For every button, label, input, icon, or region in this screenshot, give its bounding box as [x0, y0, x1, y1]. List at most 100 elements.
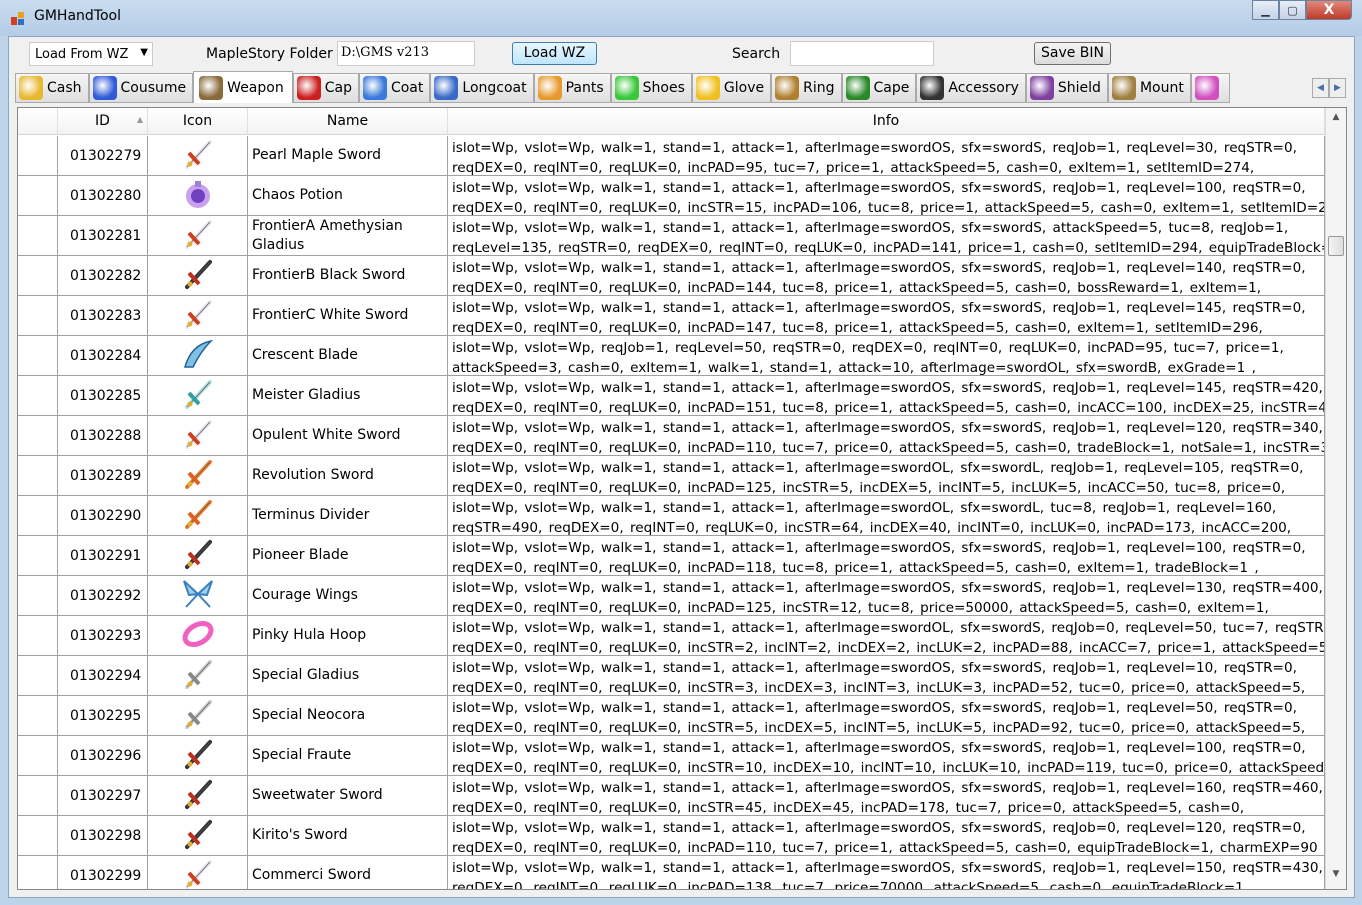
tab-longcoat[interactable]: Longcoat [430, 73, 534, 103]
table-row[interactable]: 01302291 Pioneer Blade islot=Wp, vslot=Wp,… [18, 536, 1325, 576]
close-button[interactable]: X [1306, 0, 1352, 20]
table-row[interactable]: 01302297 Sweetwater Sword islot=Wp, vslot=… [18, 776, 1325, 816]
info-line: islot=Wp, vslot=Wp, walk=1, stand=1, att… [452, 780, 1323, 796]
tab-pants[interactable]: Pants [533, 73, 611, 103]
source-select[interactable]: Load From WZ ▼ [29, 42, 153, 66]
tab-glove[interactable]: Glove [691, 73, 772, 103]
table-row[interactable]: 01302282 FrontierB Black Sword islot=Wp, v… [18, 256, 1325, 296]
table-row[interactable]: 01302289 Revolution Sword islot=Wp, vslot=… [18, 456, 1325, 496]
row-header[interactable] [18, 696, 58, 735]
row-header[interactable] [18, 416, 58, 455]
column-header-name[interactable]: Name [248, 108, 448, 134]
info-line: islot=Wp, vslot=Wp, walk=1, stand=1, att… [452, 380, 1323, 396]
row-header[interactable] [18, 136, 58, 175]
tab-shield[interactable]: Shield [1025, 73, 1108, 103]
table-row[interactable]: 01302294 Special Gladius islot=Wp, vslot=W… [18, 656, 1325, 696]
save-bin-button[interactable]: Save BIN [1034, 42, 1111, 65]
row-header[interactable] [18, 536, 58, 575]
info-line: islot=Wp, vslot=Wp, walk=1, stand=1, att… [452, 580, 1323, 596]
table-row[interactable]: 01302284 Crescent Blade islot=Wp, vslot=Wp… [18, 336, 1325, 376]
tab-mount[interactable]: Mount [1107, 73, 1191, 103]
table-row[interactable]: 01302283 FrontierC White Sword islot=Wp, v… [18, 296, 1325, 336]
search-input[interactable] [790, 41, 934, 66]
table-row[interactable]: 01302281 FrontierA Amethysian Gladius islo… [18, 216, 1325, 256]
row-header[interactable] [18, 616, 58, 655]
table-row[interactable]: 01302299 Commerci Sword islot=Wp, vslot=Wp… [18, 856, 1325, 890]
table-row[interactable]: 01302288 Opulent White Sword islot=Wp, vsl… [18, 416, 1325, 456]
load-wz-button[interactable]: Load WZ [512, 42, 597, 65]
row-header[interactable] [18, 256, 58, 295]
row-header[interactable] [18, 856, 58, 889]
scroll-up-icon[interactable]: ▲ [1328, 112, 1344, 128]
folder-input[interactable]: D:\GMS v213 [337, 41, 475, 66]
row-header[interactable] [18, 216, 58, 255]
item-icon-cell [148, 736, 248, 775]
table-row[interactable]: 01302285 Meister Gladius islot=Wp, vslot=W… [18, 376, 1325, 416]
row-header[interactable] [18, 736, 58, 775]
ring-icon [775, 76, 800, 100]
item-id: 01302299 [58, 856, 148, 889]
info-line: islot=Wp, vslot=Wp, walk=1, stand=1, att… [452, 820, 1306, 836]
grid-header: ID ▲ Icon Name Info [18, 108, 1325, 135]
maximize-button[interactable]: ▢ [1279, 0, 1306, 20]
row-header[interactable] [18, 376, 58, 415]
row-header[interactable] [18, 456, 58, 495]
tab-shoes[interactable]: Shoes [610, 73, 692, 103]
tab-label: Weapon [227, 79, 284, 96]
tab-more[interactable] [1190, 73, 1230, 103]
table-row[interactable]: 01302296 Special Fraute islot=Wp, vslot=Wp… [18, 736, 1325, 776]
item-id: 01302285 [58, 376, 148, 415]
item-icon-cell [148, 696, 248, 735]
tab-weapon[interactable]: Weapon [193, 71, 293, 103]
row-header[interactable] [18, 656, 58, 695]
vertical-scrollbar[interactable]: ▲ ▼ [1325, 108, 1346, 889]
info-line: islot=Wp, vslot=Wp, walk=1, stand=1, att… [452, 700, 1297, 716]
scroll-down-icon[interactable]: ▼ [1328, 869, 1344, 885]
item-icon-cell [148, 776, 248, 815]
info-line: reqSTR=490, reqDEX=0, reqINT=0, reqLUK=0… [452, 520, 1292, 535]
sword-icon [181, 297, 215, 335]
row-header[interactable] [18, 576, 58, 615]
scroll-thumb[interactable] [1328, 236, 1344, 256]
table-row[interactable]: 01302295 Special Neocora islot=Wp, vslot=W… [18, 696, 1325, 736]
main-window: Load From WZ ▼ MapleStory Folder D:\GMS v… [8, 36, 1355, 898]
table-row[interactable]: 01302279 Pearl Maple Sword islot=Wp, vslot… [18, 136, 1325, 176]
table-row[interactable]: 01302293 Pinky Hula Hoop islot=Wp, vslot=W… [18, 616, 1325, 656]
tab-label: Cash [47, 80, 82, 96]
folder-label: MapleStory Folder [206, 46, 333, 62]
table-row[interactable]: 01302298 Kirito's Sword islot=Wp, vslot=Wp… [18, 816, 1325, 856]
column-header-info[interactable]: Info [448, 108, 1325, 134]
sword-dark-icon [181, 737, 215, 775]
tab-cash[interactable]: Cash [15, 73, 89, 103]
item-name: Sweetwater Sword [248, 776, 448, 815]
tab-cap[interactable]: Cap [292, 73, 359, 103]
row-header[interactable] [18, 496, 58, 535]
hula-hoop-icon [181, 617, 215, 655]
grid-rows: 01302279 Pearl Maple Sword islot=Wp, vslot… [18, 136, 1325, 890]
item-id: 01302279 [58, 136, 148, 175]
tab-ring[interactable]: Ring [771, 73, 842, 103]
tab-scroll-left-button[interactable]: ◀ [1312, 78, 1329, 98]
info-line: reqDEX=0, reqINT=0, reqLUK=0, incPAD=95,… [452, 160, 1255, 175]
item-info: islot=Wp, vslot=Wp, walk=1, stand=1, att… [448, 696, 1325, 735]
row-header[interactable] [18, 176, 58, 215]
row-header[interactable] [18, 776, 58, 815]
tab-cousume[interactable]: Cousume [88, 73, 194, 103]
tab-coat[interactable]: Coat [358, 73, 431, 103]
table-row[interactable]: 01302292 Courage Wings islot=Wp, vslot=Wp,… [18, 576, 1325, 616]
row-header[interactable] [18, 296, 58, 335]
sword-dark-icon [181, 537, 215, 575]
tab-scroll-right-button[interactable]: ▶ [1329, 78, 1346, 98]
minimize-button[interactable]: ▁ [1252, 0, 1279, 20]
tab-label: Cousume [120, 80, 187, 96]
table-row[interactable]: 01302280 Chaos Potion islot=Wp, vslot=Wp, … [18, 176, 1325, 216]
row-header[interactable] [18, 816, 58, 855]
tab-cape[interactable]: Cape [841, 73, 917, 103]
table-row[interactable]: 01302290 Terminus Divider islot=Wp, vslot=… [18, 496, 1325, 536]
column-header-icon[interactable]: Icon [148, 108, 248, 134]
row-header[interactable] [18, 336, 58, 375]
column-header-id[interactable]: ID ▲ [58, 108, 148, 134]
wings-icon [181, 577, 215, 615]
sword-icon [181, 857, 215, 890]
tab-accessory[interactable]: Accessory [916, 73, 1026, 103]
